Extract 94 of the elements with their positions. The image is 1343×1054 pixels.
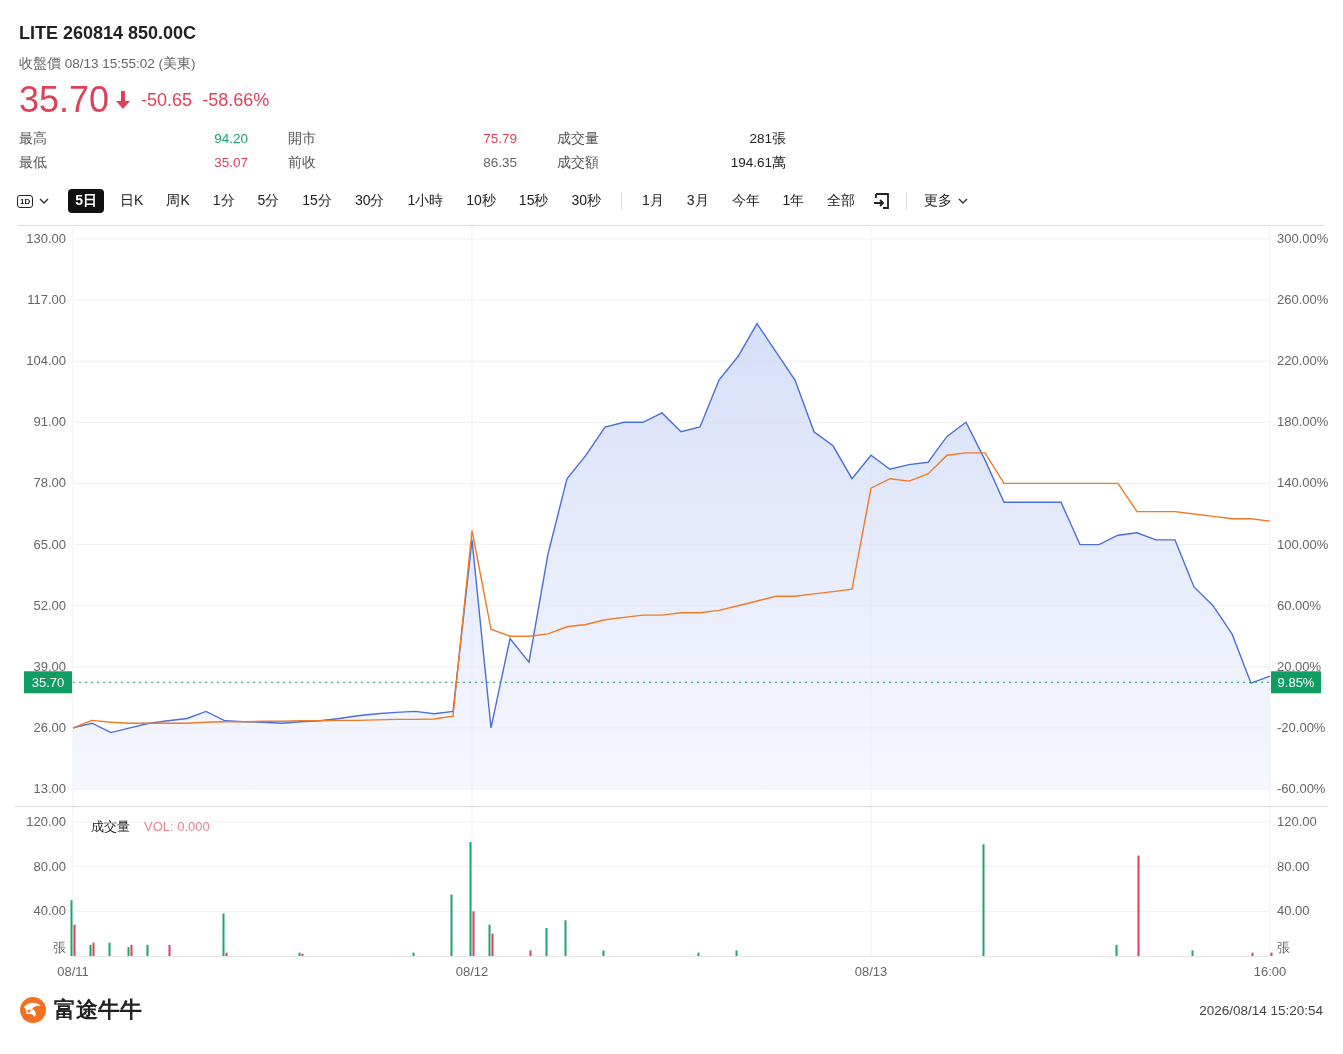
down-arrow-icon bbox=[115, 90, 132, 110]
volume-bar bbox=[1191, 950, 1194, 956]
period-tab[interactable]: 1分 bbox=[205, 189, 242, 213]
period-tab[interactable]: 周K bbox=[159, 189, 197, 213]
instrument-title: LITE 260814 850.00C bbox=[18, 22, 198, 44]
volume-axis-label: 120.00 bbox=[1277, 814, 1317, 829]
brand-logo-icon bbox=[18, 995, 48, 1025]
stat-value: 94.20 bbox=[214, 130, 248, 148]
volume-axis-label: 80.00 bbox=[1277, 858, 1310, 874]
range-tab[interactable]: 今年 bbox=[724, 189, 767, 213]
stat-label: 成交額 bbox=[557, 154, 599, 172]
volume-bar bbox=[412, 952, 415, 956]
interval-dropdown[interactable]: 1D bbox=[15, 192, 52, 210]
price-axis-label: 65.00 bbox=[33, 536, 66, 552]
percent-change: -58.66% bbox=[202, 89, 270, 111]
last-price: 35.70 bbox=[19, 80, 110, 120]
price-axis-label: 13.00 bbox=[33, 781, 66, 796]
volume-bar bbox=[450, 894, 453, 956]
range-tab[interactable]: 全部 bbox=[820, 189, 863, 213]
period-tab[interactable]: 日K bbox=[113, 189, 151, 213]
price-axis-label: 130.00 bbox=[26, 231, 66, 246]
percent-axis-label: 60.00% bbox=[1277, 597, 1322, 613]
percent-axis-label: 300.00% bbox=[1277, 231, 1329, 246]
ref-line-label: 35.70 bbox=[31, 675, 65, 691]
volume-axis-label: 40.00 bbox=[1277, 903, 1310, 919]
volume-bar bbox=[1270, 952, 1273, 956]
stat-label: 最低 bbox=[19, 154, 47, 172]
volume-bar bbox=[529, 950, 532, 956]
percent-axis-label: -20.00% bbox=[1277, 719, 1326, 735]
close-time-label: 收盤價 08/13 15:55:02 (美東) bbox=[18, 55, 197, 72]
date-axis-label: 08/11 bbox=[57, 964, 89, 979]
percent-axis-label: 100.00% bbox=[1277, 536, 1329, 552]
percent-tag: 9.85% bbox=[1271, 671, 1321, 694]
price-axis-label: 104.00 bbox=[26, 353, 66, 369]
volume-axis-label: 80.00 bbox=[33, 858, 66, 874]
date-axis-label: 08/13 bbox=[854, 964, 888, 979]
brand-name: 富途牛牛 bbox=[54, 996, 142, 1024]
volume-bar bbox=[108, 942, 111, 956]
volume-title: 成交量 bbox=[91, 819, 130, 834]
volume-bar bbox=[168, 944, 171, 956]
percent-axis-label: 180.00% bbox=[1277, 414, 1329, 430]
price-axis-label: 26.00 bbox=[33, 719, 66, 735]
volume-bar bbox=[564, 920, 567, 956]
range-tab[interactable]: 1月 bbox=[635, 189, 671, 213]
stat-label: 成交量 bbox=[557, 130, 599, 148]
caret-icon bbox=[958, 198, 969, 204]
stat-label: 開市 bbox=[288, 130, 316, 148]
period-tab[interactable]: 5分 bbox=[250, 189, 287, 213]
stat-value: 35.07 bbox=[214, 154, 248, 172]
volume-reading: VOL: 0.000 bbox=[144, 819, 210, 834]
volume-axis-label: 120.00 bbox=[26, 814, 66, 829]
range-tab[interactable]: 1年 bbox=[775, 189, 812, 213]
volume-bar bbox=[602, 950, 605, 956]
volume-bar bbox=[1251, 952, 1254, 956]
period-tab[interactable]: 15分 bbox=[295, 189, 339, 213]
percent-axis-label: 220.00% bbox=[1277, 353, 1329, 369]
price-axis-label: 39.00 bbox=[33, 658, 66, 674]
price-axis-label: 52.00 bbox=[33, 597, 66, 613]
percent-axis-label: 260.00% bbox=[1277, 292, 1329, 308]
price-tag: 35.70 bbox=[24, 671, 72, 694]
more-dropdown[interactable]: 更多 bbox=[920, 189, 973, 213]
stat-label: 前收 bbox=[288, 154, 316, 172]
range-tab[interactable]: 3月 bbox=[679, 189, 716, 213]
period-tab[interactable]: 1小時 bbox=[400, 189, 451, 213]
date-axis-label: 08/12 bbox=[455, 964, 489, 979]
period-tab[interactable]: 10秒 bbox=[459, 189, 503, 213]
volume-bar bbox=[1115, 944, 1118, 956]
percent-axis-label: 20.00% bbox=[1277, 658, 1322, 674]
volume-axis-label: 40.00 bbox=[33, 903, 66, 919]
price-axis-label: 78.00 bbox=[33, 475, 66, 491]
volume-unit-label: 張 bbox=[1277, 940, 1290, 955]
bracket-arrow-icon[interactable] bbox=[873, 193, 892, 209]
period-tab[interactable]: 5日 bbox=[68, 189, 105, 213]
percent-axis-label: -60.00% bbox=[1277, 781, 1326, 796]
volume-bar bbox=[545, 928, 548, 956]
caret-icon bbox=[39, 198, 50, 204]
price-change: -50.65 bbox=[141, 89, 193, 111]
stat-value: 281張 bbox=[749, 130, 786, 148]
stat-value: 194.61萬 bbox=[730, 154, 786, 172]
volume-bar bbox=[697, 952, 700, 956]
period-tab[interactable]: 30分 bbox=[347, 189, 392, 213]
volume-bar bbox=[146, 944, 149, 956]
period-tab[interactable]: 30秒 bbox=[564, 189, 608, 213]
price-axis-label: 91.00 bbox=[33, 414, 66, 430]
stat-label: 最高 bbox=[19, 130, 47, 148]
percent-axis-label: 140.00% bbox=[1277, 475, 1329, 491]
stat-value: 75.79 bbox=[483, 130, 517, 148]
volume-bar bbox=[735, 950, 738, 956]
stat-value: 86.35 bbox=[483, 154, 517, 172]
period-tab[interactable]: 15秒 bbox=[511, 189, 556, 213]
date-axis-label: 16:00 bbox=[1253, 964, 1287, 979]
timestamp: 2026/08/14 15:20:54 bbox=[1199, 1002, 1323, 1018]
price-axis-label: 117.00 bbox=[27, 292, 66, 308]
volume-unit-label: 張 bbox=[53, 940, 66, 955]
